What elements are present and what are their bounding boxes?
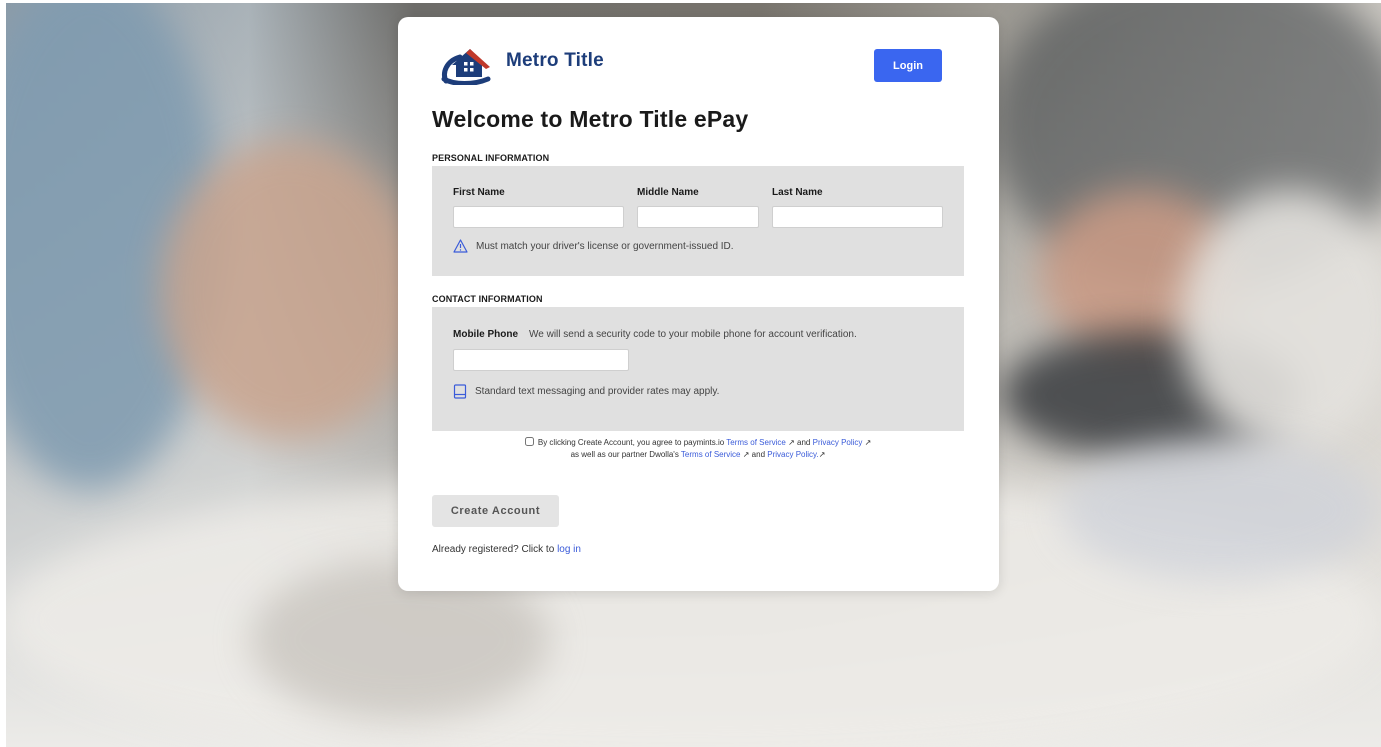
- login-button[interactable]: Login: [874, 49, 942, 82]
- external-link-icon: ↗: [788, 438, 795, 447]
- mobile-phone-input[interactable]: [453, 349, 629, 371]
- personal-info-panel: First Name Middle Name Last Name Must ma…: [432, 166, 964, 276]
- sms-rates-text: Standard text messaging and provider rat…: [475, 386, 720, 397]
- consent-text-1: By clicking Create Account, you agree to…: [537, 438, 725, 447]
- external-link-icon: ↗: [818, 450, 826, 459]
- mobile-phone-label: Mobile Phone: [453, 329, 518, 340]
- consent-and-2: and: [751, 450, 766, 459]
- brand-name: Metro Title: [506, 50, 604, 71]
- middle-name-input[interactable]: [637, 206, 759, 228]
- terms-consent: By clicking Create Account, you agree to…: [432, 437, 964, 461]
- house-logo-icon: [440, 43, 494, 86]
- already-registered: Already registered? Click to log in: [432, 544, 581, 555]
- signup-card: Metro Title Login Welcome to Metro Title…: [398, 17, 999, 591]
- id-warning-text: Must match your driver's license or gove…: [476, 240, 734, 252]
- already-registered-text: Already registered? Click to: [432, 544, 555, 555]
- contact-info-heading: CONTACT INFORMATION: [432, 294, 543, 304]
- id-warning-note: Must match your driver's license or gove…: [453, 239, 734, 253]
- first-name-input[interactable]: [453, 206, 624, 228]
- terms-checkbox[interactable]: [524, 437, 534, 446]
- sms-rates-note: Standard text messaging and provider rat…: [453, 384, 719, 399]
- paymints-privacy-link[interactable]: Privacy Policy: [813, 438, 863, 447]
- warning-triangle-icon: [453, 239, 468, 253]
- login-link[interactable]: log in: [557, 544, 581, 555]
- first-name-label: First Name: [453, 187, 505, 198]
- last-name-label: Last Name: [772, 187, 823, 198]
- page-title: Welcome to Metro Title ePay: [432, 106, 749, 132]
- personal-info-heading: PERSONAL INFORMATION: [432, 153, 550, 163]
- mobile-phone-icon: [453, 384, 467, 399]
- contact-info-panel: Mobile Phone We will send a security cod…: [432, 307, 964, 431]
- mobile-phone-hint: We will send a security code to your mob…: [529, 329, 857, 340]
- dwolla-terms-link[interactable]: Terms of Service: [681, 450, 741, 459]
- external-link-icon: ↗: [742, 450, 750, 459]
- external-link-icon: ↗: [864, 438, 872, 447]
- consent-text-2: as well as our partner Dwolla's: [570, 450, 679, 459]
- consent-and-1: and: [797, 438, 811, 447]
- dwolla-privacy-link[interactable]: Privacy Policy.: [767, 450, 818, 459]
- brand-logo: Metro Title: [440, 43, 604, 86]
- last-name-input[interactable]: [772, 206, 943, 228]
- middle-name-label: Middle Name: [637, 187, 699, 198]
- create-account-button[interactable]: Create Account: [432, 495, 559, 527]
- paymints-terms-link[interactable]: Terms of Service: [726, 438, 786, 447]
